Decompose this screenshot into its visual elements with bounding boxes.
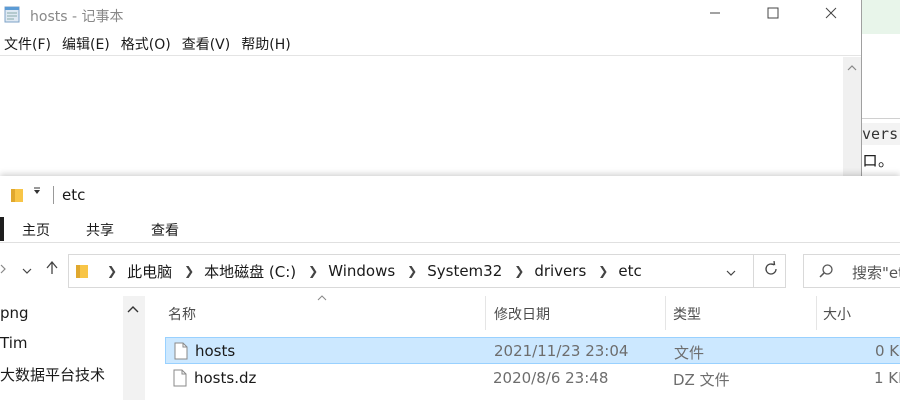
- breadcrumb-chevron-icon[interactable]: ❯: [107, 264, 117, 278]
- nav-item-png[interactable]: png: [0, 304, 29, 322]
- address-history-dropdown[interactable]: [721, 263, 741, 281]
- breadcrumb-chevron-icon[interactable]: ❯: [184, 264, 194, 278]
- search-icon: [818, 263, 834, 283]
- address-bar[interactable]: ❯ 此电脑 ❯ 本地磁盘 (C:) ❯ Windows ❯ System32 ❯…: [68, 254, 786, 288]
- column-header-type[interactable]: 类型: [673, 304, 701, 324]
- file-name: hosts.dz: [194, 369, 257, 387]
- background-divider: [862, 118, 900, 119]
- menu-view[interactable]: 查看(V): [178, 34, 236, 54]
- file-icon: [173, 369, 187, 391]
- chevron-down-icon: [726, 264, 736, 280]
- notepad-vertical-scrollbar[interactable]: [843, 57, 861, 180]
- notepad-menubar: 文件(F) 编辑(E) 格式(O) 查看(V) 帮助(H): [0, 32, 861, 56]
- forward-button[interactable]: [0, 260, 13, 280]
- navigation-pane: png Tim 大数据平台技术: [0, 296, 145, 400]
- explorer-window: etc 主页 共享 查看 ❯ 此电脑 ❯ 本地磁盘 (C:) ❯ Windows…: [0, 176, 900, 400]
- scroll-up-icon[interactable]: [843, 61, 861, 75]
- ribbon-tabs: 主页 共享 查看: [0, 215, 900, 243]
- maximize-icon: [767, 7, 779, 23]
- close-icon: [825, 7, 837, 23]
- column-divider[interactable]: [485, 296, 486, 330]
- navigation-scrollbar[interactable]: [123, 296, 145, 400]
- notepad-window: hosts - 记事本 文件(F) 编辑(E) 格式(O) 查看(V) 帮助(H…: [0, 0, 862, 180]
- menu-help[interactable]: 帮助(H): [237, 34, 295, 54]
- refresh-icon: [763, 260, 779, 281]
- maximize-button[interactable]: [750, 0, 796, 30]
- arrow-up-icon: [46, 260, 58, 279]
- background-text-fragment: ロ。: [862, 151, 895, 170]
- search-input[interactable]: 搜索"etc": [852, 262, 900, 283]
- nav-item-big-data[interactable]: 大数据平台技术: [0, 364, 105, 385]
- address-row: ❯ 此电脑 ❯ 本地磁盘 (C:) ❯ Windows ❯ System32 ❯…: [0, 250, 900, 290]
- menu-file[interactable]: 文件(F): [0, 34, 56, 54]
- tab-view[interactable]: 查看: [151, 220, 179, 240]
- column-header-size[interactable]: 大小: [823, 304, 851, 324]
- refresh-button[interactable]: [759, 259, 783, 283]
- notepad-text-area[interactable]: [0, 57, 843, 180]
- column-divider[interactable]: [816, 296, 817, 330]
- breadcrumb-chevron-icon[interactable]: ❯: [598, 264, 608, 278]
- file-list: 名称 修改日期 类型 大小 hosts 2021/11/23 23:04 文件 …: [145, 293, 900, 400]
- notepad-titlebar[interactable]: hosts - 记事本: [0, 0, 861, 30]
- file-type: DZ 文件: [673, 371, 730, 389]
- column-header-name[interactable]: 名称: [168, 304, 196, 324]
- file-size: 1 KB: [874, 369, 900, 387]
- background-code-fragment: vers: [862, 123, 900, 145]
- title-separator: [53, 186, 54, 204]
- column-header-modified[interactable]: 修改日期: [494, 304, 550, 324]
- screen: vers ロ。 hosts - 记事本 文件(F) 编辑(E) 格式(O) 查看…: [0, 0, 900, 400]
- ribbon-file-tab-edge[interactable]: [0, 217, 4, 241]
- chevron-right-icon: [0, 262, 7, 278]
- breadcrumb-chevron-icon[interactable]: ❯: [407, 264, 417, 278]
- file-modified: 2020/8/6 23:48: [493, 369, 609, 387]
- close-button[interactable]: [808, 0, 854, 30]
- file-row-hosts[interactable]: hosts 2021/11/23 23:04 文件 0 KB: [165, 337, 900, 364]
- column-divider[interactable]: [665, 296, 666, 330]
- quick-access-dropdown-icon[interactable]: [33, 187, 41, 198]
- chevron-down-icon: [22, 262, 32, 278]
- menu-format[interactable]: 格式(O): [117, 34, 176, 54]
- up-button[interactable]: [42, 260, 62, 280]
- explorer-titlebar[interactable]: etc: [0, 176, 900, 214]
- notepad-title: hosts - 记事本: [30, 9, 124, 25]
- tab-share[interactable]: 共享: [86, 220, 114, 240]
- sort-ascending-icon: [317, 293, 327, 304]
- scroll-up-icon[interactable]: [127, 301, 139, 317]
- breadcrumb-windows[interactable]: Windows: [328, 262, 395, 280]
- breadcrumb-system32[interactable]: System32: [427, 262, 502, 280]
- file-name: hosts: [195, 342, 236, 360]
- minimize-icon: [709, 7, 721, 23]
- minimize-button[interactable]: [692, 0, 738, 30]
- file-size: 0 KB: [875, 342, 900, 360]
- file-modified: 2021/11/23 23:04: [494, 342, 629, 360]
- folder-icon[interactable]: [10, 187, 24, 207]
- breadcrumb: ❯ 此电脑 ❯ 本地磁盘 (C:) ❯ Windows ❯ System32 ❯…: [95, 255, 642, 287]
- address-folder-icon: [75, 263, 89, 283]
- breadcrumb-this-pc[interactable]: 此电脑: [127, 261, 172, 282]
- file-icon: [174, 342, 188, 364]
- file-row-hosts-dz[interactable]: hosts.dz 2020/8/6 23:48 DZ 文件 1 KB: [165, 365, 900, 392]
- breadcrumb-drivers[interactable]: drivers: [534, 262, 586, 280]
- search-box[interactable]: 搜索"etc": [803, 254, 900, 288]
- background-window-strip: [862, 0, 900, 34]
- explorer-title: etc: [62, 186, 86, 204]
- breadcrumb-etc[interactable]: etc: [618, 262, 641, 280]
- breadcrumb-chevron-icon[interactable]: ❯: [514, 264, 524, 278]
- tab-home[interactable]: 主页: [22, 220, 50, 240]
- notepad-app-icon: [2, 5, 22, 23]
- menu-edit[interactable]: 编辑(E): [58, 34, 115, 54]
- address-divider: [753, 255, 754, 287]
- breadcrumb-chevron-icon[interactable]: ❯: [308, 264, 318, 278]
- breadcrumb-local-disk[interactable]: 本地磁盘 (C:): [204, 261, 296, 282]
- recent-locations-button[interactable]: [17, 260, 37, 280]
- file-type: 文件: [674, 344, 705, 362]
- nav-item-tim[interactable]: Tim: [0, 334, 27, 352]
